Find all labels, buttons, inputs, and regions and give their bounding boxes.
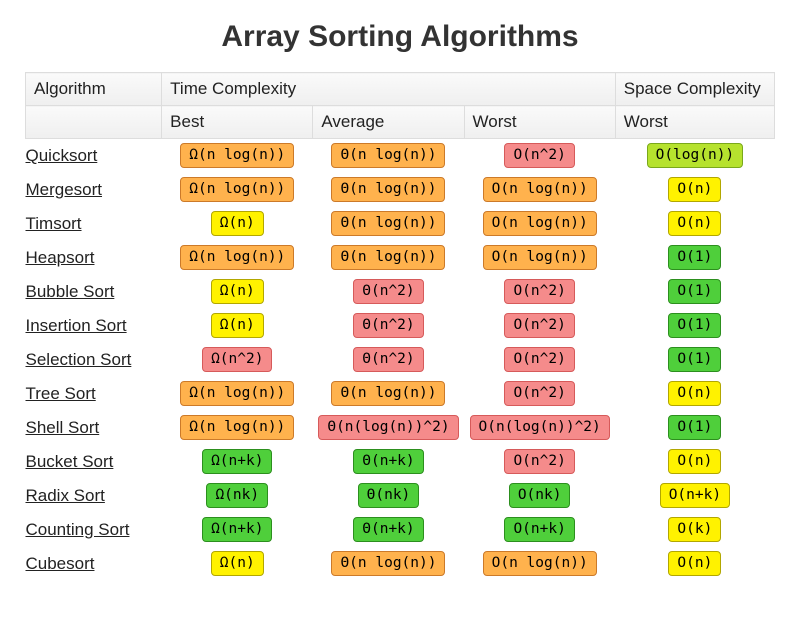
table-row: Selection Sort Ω(n^2) Θ(n^2) O(n^2) O(1): [26, 343, 775, 377]
algorithm-link[interactable]: Timsort: [26, 214, 82, 233]
complexity-pill: O(k): [668, 517, 721, 542]
algorithm-link[interactable]: Shell Sort: [26, 418, 100, 437]
table-row: Quicksort Ω(n log(n)) Θ(n log(n)) O(n^2) O(l…: [26, 139, 775, 173]
table-row: Insertion Sort Ω(n) Θ(n^2) O(n^2) O(1): [26, 309, 775, 343]
complexity-pill: O(n log(n)): [483, 551, 597, 576]
complexity-pill: O(n^2): [504, 347, 574, 372]
complexity-pill: O(n(log(n))^2): [470, 415, 610, 440]
table-row: Radix Sort Ω(nk) Θ(nk) O(nk) O(n+k): [26, 479, 775, 513]
complexity-pill: Ω(n): [211, 551, 264, 576]
complexity-pill: Θ(n log(n)): [331, 245, 445, 270]
complexity-pill: Θ(nk): [358, 483, 420, 508]
complexity-pill: O(n+k): [660, 483, 730, 508]
complexity-pill: Θ(n log(n)): [331, 143, 445, 168]
complexity-pill: Θ(n log(n)): [331, 551, 445, 576]
header-blank: [26, 106, 162, 139]
complexity-pill: O(n^2): [504, 143, 574, 168]
algorithm-link[interactable]: Bubble Sort: [26, 282, 115, 301]
complexity-pill: Ω(n log(n)): [180, 415, 294, 440]
algorithm-link[interactable]: Cubesort: [26, 554, 95, 573]
sorting-table: Algorithm Time Complexity Space Complexi…: [25, 72, 775, 581]
table-row: Heapsort Ω(n log(n)) Θ(n log(n)) O(n log(n)…: [26, 241, 775, 275]
header-algorithm: Algorithm: [26, 73, 162, 106]
complexity-pill: Θ(n log(n)): [331, 211, 445, 236]
header-time-complexity: Time Complexity: [162, 73, 616, 106]
header-space-complexity: Space Complexity: [615, 73, 774, 106]
table-row: Mergesort Ω(n log(n)) Θ(n log(n)) O(n log(n…: [26, 173, 775, 207]
algorithm-link[interactable]: Bucket Sort: [26, 452, 114, 471]
complexity-pill: Ω(n+k): [202, 449, 272, 474]
algorithm-link[interactable]: Tree Sort: [26, 384, 96, 403]
table-row: Timsort Ω(n) Θ(n log(n)) O(n log(n)) O(n): [26, 207, 775, 241]
algorithm-link[interactable]: Quicksort: [26, 146, 98, 165]
complexity-pill: O(n^2): [504, 279, 574, 304]
algorithm-link[interactable]: Heapsort: [26, 248, 95, 267]
table-row: Cubesort Ω(n) Θ(n log(n)) O(n log(n)) O(n): [26, 547, 775, 581]
complexity-pill: Ω(n^2): [202, 347, 272, 372]
complexity-pill: O(n): [668, 177, 721, 202]
table-row: Counting Sort Ω(n+k) Θ(n+k) O(n+k) O(k): [26, 513, 775, 547]
complexity-pill: Ω(n): [211, 211, 264, 236]
complexity-pill: O(n+k): [504, 517, 574, 542]
header-average: Average: [313, 106, 464, 139]
complexity-pill: Ω(nk): [206, 483, 268, 508]
complexity-pill: Ω(n): [211, 313, 264, 338]
page-title: Array Sorting Algorithms: [25, 20, 775, 54]
complexity-pill: O(n): [668, 211, 721, 236]
header-best: Best: [162, 106, 313, 139]
complexity-pill: Θ(n^2): [353, 347, 423, 372]
table-row: Bucket Sort Ω(n+k) Θ(n+k) O(n^2) O(n): [26, 445, 775, 479]
complexity-pill: O(1): [668, 415, 721, 440]
complexity-pill: Θ(n log(n)): [331, 381, 445, 406]
table-row: Bubble Sort Ω(n) Θ(n^2) O(n^2) O(1): [26, 275, 775, 309]
header-worst-space: Worst: [615, 106, 774, 139]
complexity-pill: O(n): [668, 551, 721, 576]
algorithm-link[interactable]: Selection Sort: [26, 350, 132, 369]
complexity-pill: Ω(n): [211, 279, 264, 304]
complexity-pill: O(log(n)): [647, 143, 744, 168]
complexity-pill: O(n^2): [504, 449, 574, 474]
complexity-pill: Ω(n log(n)): [180, 381, 294, 406]
complexity-pill: O(1): [668, 347, 721, 372]
complexity-pill: Θ(n^2): [353, 313, 423, 338]
complexity-pill: Ω(n log(n)): [180, 245, 294, 270]
header-worst-time: Worst: [464, 106, 615, 139]
complexity-pill: Θ(n(log(n))^2): [318, 415, 458, 440]
complexity-pill: O(1): [668, 279, 721, 304]
table-row: Shell Sort Ω(n log(n)) Θ(n(log(n))^2) O(n(l…: [26, 411, 775, 445]
algorithm-link[interactable]: Counting Sort: [26, 520, 130, 539]
complexity-pill: Ω(n log(n)): [180, 177, 294, 202]
complexity-pill: O(n log(n)): [483, 177, 597, 202]
complexity-pill: Ω(n log(n)): [180, 143, 294, 168]
complexity-pill: Ω(n+k): [202, 517, 272, 542]
complexity-pill: O(n^2): [504, 381, 574, 406]
algorithm-link[interactable]: Insertion Sort: [26, 316, 127, 335]
complexity-pill: Θ(n log(n)): [331, 177, 445, 202]
complexity-pill: Θ(n+k): [353, 517, 423, 542]
complexity-pill: Θ(n^2): [353, 279, 423, 304]
algorithm-link[interactable]: Radix Sort: [26, 486, 105, 505]
complexity-pill: O(1): [668, 245, 721, 270]
complexity-pill: O(1): [668, 313, 721, 338]
complexity-pill: O(n): [668, 381, 721, 406]
complexity-pill: O(n): [668, 449, 721, 474]
complexity-pill: O(n log(n)): [483, 211, 597, 236]
table-row: Tree Sort Ω(n log(n)) Θ(n log(n)) O(n^2) O(n…: [26, 377, 775, 411]
complexity-pill: O(n^2): [504, 313, 574, 338]
complexity-pill: O(nk): [509, 483, 571, 508]
complexity-pill: O(n log(n)): [483, 245, 597, 270]
complexity-pill: Θ(n+k): [353, 449, 423, 474]
algorithm-link[interactable]: Mergesort: [26, 180, 103, 199]
